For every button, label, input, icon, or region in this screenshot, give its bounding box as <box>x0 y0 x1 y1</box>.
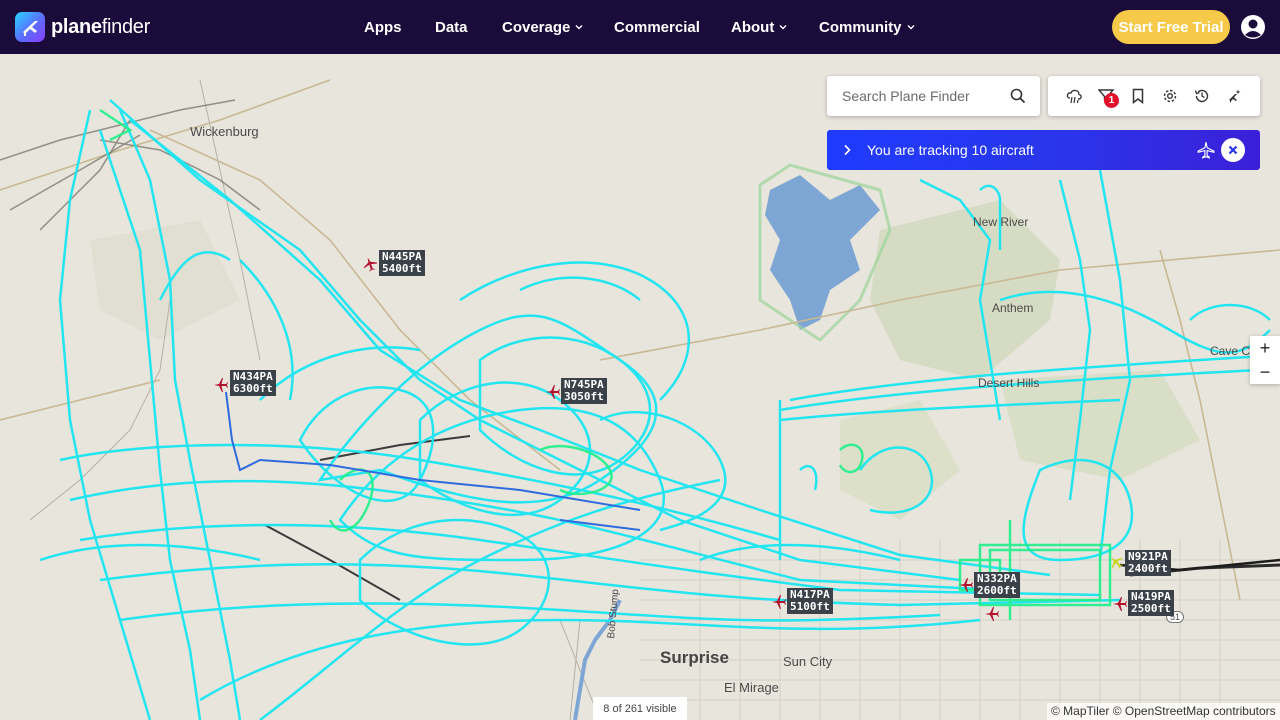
close-icon <box>1228 145 1238 155</box>
zoom-control: + − <box>1250 336 1280 384</box>
start-free-trial-button[interactable]: Start Free Trial <box>1112 10 1230 44</box>
chevron-down-icon <box>779 25 787 30</box>
place-desert-hills: Desert Hills <box>978 376 1040 390</box>
aircraft-label-n417pa[interactable]: N417PA 5100ft <box>787 588 833 614</box>
nav-apps[interactable]: Apps <box>364 19 402 36</box>
planefinder-logo[interactable]: planefinder <box>15 12 150 42</box>
nav-commercial[interactable]: Commercial <box>614 19 700 36</box>
filter-count-badge: 1 <box>1104 93 1119 108</box>
aircraft-label-n332pa[interactable]: N332PA 2600ft <box>974 572 1020 598</box>
chevron-down-icon <box>907 25 914 30</box>
zoom-out-button[interactable]: − <box>1250 360 1280 384</box>
place-wickenburg: Wickenburg <box>190 124 259 139</box>
map-attribution[interactable]: © MapTiler © OpenStreetMap contributors <box>1047 703 1280 720</box>
nav-coverage[interactable]: Coverage <box>502 19 583 36</box>
place-sun-city: Sun City <box>783 654 833 669</box>
aircraft-n332pa-icon[interactable] <box>958 577 974 593</box>
aircraft-label-n921pa[interactable]: N921PA 2400ft <box>1125 550 1171 576</box>
aircraft-n419pa-icon[interactable] <box>1112 596 1128 612</box>
tracking-banner[interactable]: You are tracking 10 aircraft <box>827 130 1260 170</box>
aircraft-label-n745pa[interactable]: N745PA 3050ft <box>561 378 607 404</box>
search-icon[interactable] <box>1010 88 1026 104</box>
aircraft-unlabeled-icon[interactable] <box>984 606 1000 622</box>
logo-plane-icon <box>15 12 45 42</box>
ar-view-icon[interactable] <box>1226 88 1242 104</box>
nav-data[interactable]: Data <box>435 19 468 36</box>
search-box <box>827 76 1040 116</box>
aircraft-n745pa-icon[interactable] <box>545 384 561 400</box>
nav-community[interactable]: Community <box>819 19 915 36</box>
place-cave-creek: Cave Cr <box>1210 344 1255 358</box>
search-input[interactable] <box>842 88 1002 104</box>
tracking-text: You are tracking 10 aircraft <box>867 142 1034 158</box>
place-el-mirage: El Mirage <box>724 680 779 695</box>
nav-about[interactable]: About <box>731 19 787 36</box>
logo-wordmark: planefinder <box>51 15 150 38</box>
aircraft-label-n445pa[interactable]: N445PA 5400ft <box>379 250 425 276</box>
zoom-in-button[interactable]: + <box>1250 336 1280 360</box>
top-navigation-bar: planefinder Apps Data Coverage Commercia… <box>0 0 1280 54</box>
account-icon[interactable] <box>1240 14 1266 40</box>
history-icon[interactable] <box>1194 88 1210 104</box>
place-new-river: New River <box>973 215 1029 229</box>
weather-icon[interactable] <box>1066 88 1082 104</box>
bookmark-icon[interactable] <box>1130 88 1146 104</box>
aircraft-label-n419pa[interactable]: N419PA 2500ft <box>1128 590 1174 616</box>
place-anthem: Anthem <box>992 301 1034 315</box>
visible-aircraft-count: 8 of 261 visible <box>593 697 687 720</box>
place-surprise: Surprise <box>660 648 729 667</box>
aircraft-n417pa-icon[interactable] <box>771 594 787 610</box>
close-tracking-button[interactable] <box>1221 138 1245 162</box>
settings-icon[interactable] <box>1162 88 1178 104</box>
aircraft-label-n434pa[interactable]: N434PA 6300ft <box>230 370 276 396</box>
chevron-down-icon <box>575 25 583 30</box>
tracked-aircraft-icon <box>1197 142 1215 159</box>
aircraft-n434pa-icon[interactable] <box>213 377 229 393</box>
chevron-right-icon[interactable] <box>843 144 851 156</box>
